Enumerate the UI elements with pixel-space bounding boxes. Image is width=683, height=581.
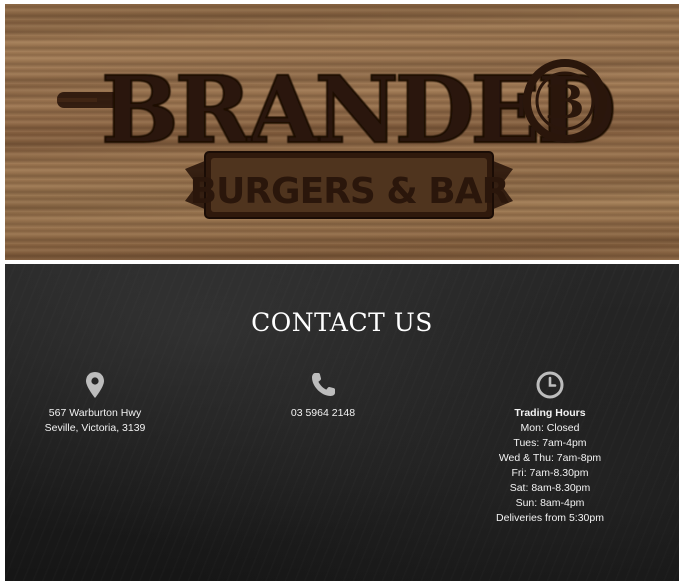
header-banner: BRANDED B BURGERS & BAR: [5, 4, 679, 260]
hours-line: Wed & Thu: 7am-8pm: [498, 452, 602, 464]
map-pin-icon: [86, 372, 104, 398]
logo-badge-letter: B: [546, 75, 585, 129]
address-line-2[interactable]: Seville, Victoria, 3139: [25, 421, 165, 436]
address-line-1[interactable]: 567 Warburton Hwy: [25, 406, 165, 421]
phone-number-link[interactable]: 03 5964 2148: [253, 406, 393, 421]
logo-tagline: BURGERS & BAR: [190, 171, 509, 212]
hours-line: Tues: 7am-4pm: [513, 437, 587, 449]
brand-logo[interactable]: BRANDED B BURGERS & BAR: [5, 4, 679, 260]
contact-section: CONTACT US 567 Warburton Hwy Seville, Vi…: [5, 264, 679, 581]
address-block: 567 Warburton Hwy Seville, Victoria, 313…: [25, 370, 165, 436]
trading-hours-block: Trading Hours Mon: Closed Tues: 7am-4pm …: [475, 370, 625, 526]
hours-line: Fri: 7am-8.30pm: [511, 467, 589, 479]
contact-title: CONTACT US: [251, 308, 433, 337]
trading-hours-title: Trading Hours: [514, 407, 586, 419]
hours-line: Sun: 8am-4pm: [515, 497, 585, 509]
phone-block: 03 5964 2148: [253, 370, 393, 421]
hours-line: Sat: 8am-8.30pm: [509, 482, 591, 494]
clock-icon: [536, 371, 564, 399]
hours-line: Mon: Closed: [520, 422, 580, 434]
hours-line: Deliveries from 5:30pm: [496, 512, 604, 524]
phone-icon: [312, 373, 335, 396]
